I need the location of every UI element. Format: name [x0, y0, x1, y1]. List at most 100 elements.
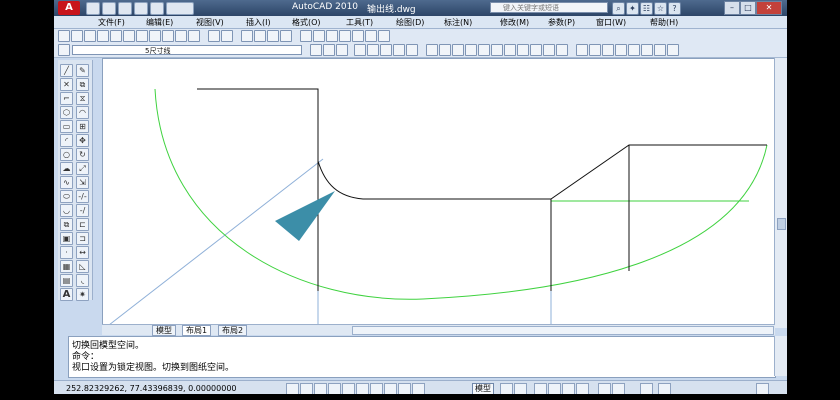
favorites-icon[interactable]: ☆ — [654, 2, 667, 15]
new-icon[interactable] — [86, 2, 100, 15]
menu-draw[interactable]: 绘图(D) — [396, 17, 424, 28]
menu-tools[interactable]: 工具(T) — [346, 17, 373, 28]
search-input[interactable]: 键入关键字或短语 — [490, 2, 608, 13]
trim-icon[interactable]: -/- — [76, 190, 89, 203]
command-scrollbar[interactable] — [774, 336, 787, 376]
diameter-dimension-icon[interactable] — [504, 44, 516, 56]
polyline-icon[interactable]: ⌐ — [60, 92, 73, 105]
workspace-dropdown[interactable] — [166, 2, 194, 15]
drawing-canvas[interactable] — [102, 58, 777, 326]
insert-block-icon[interactable]: ⧉ — [60, 218, 73, 231]
pan-icon[interactable] — [241, 30, 253, 42]
open-file-icon[interactable] — [71, 30, 83, 42]
inspection-icon[interactable] — [602, 44, 614, 56]
autocad-logo-button[interactable]: A — [58, 1, 80, 15]
copy-object-icon[interactable]: ⧉ — [76, 78, 89, 91]
menu-insert[interactable]: 插入(I) — [246, 17, 271, 28]
break-at-point-icon[interactable]: ⊐ — [76, 232, 89, 245]
help-tool-icon[interactable] — [378, 30, 390, 42]
rotate-icon[interactable]: ↻ — [76, 148, 89, 161]
design-center-icon[interactable] — [313, 30, 325, 42]
zoom-window-icon[interactable] — [267, 30, 279, 42]
line-tool-icon[interactable]: ╱ — [60, 64, 73, 77]
vertical-scrollbar[interactable] — [774, 58, 787, 328]
help-icon[interactable]: ? — [668, 2, 681, 15]
angular-dimension-icon[interactable] — [517, 44, 529, 56]
linear-dimension-icon[interactable] — [426, 44, 438, 56]
zoom-in-icon[interactable] — [393, 44, 405, 56]
undo-tool-icon[interactable] — [208, 30, 220, 42]
layer-previous-icon[interactable] — [323, 44, 335, 56]
ellipse-arc-icon[interactable]: ◡ — [60, 204, 73, 217]
zoom-extents-icon[interactable] — [367, 44, 379, 56]
quick-dimension-icon[interactable] — [530, 44, 542, 56]
publish-icon[interactable] — [123, 30, 135, 42]
dimension-space-icon[interactable] — [615, 44, 627, 56]
plot-preview-icon[interactable] — [110, 30, 122, 42]
layer-dropdown[interactable]: 5尺寸线 — [72, 45, 302, 55]
arc-icon[interactable]: ◜ — [60, 134, 73, 147]
menu-modify[interactable]: 修改(M) — [500, 17, 529, 28]
menu-dimension[interactable]: 标注(N) — [444, 17, 472, 28]
tab-model[interactable]: 模型 — [152, 325, 176, 336]
aligned-dimension-icon[interactable] — [439, 44, 451, 56]
offset-icon[interactable]: ◠ — [76, 106, 89, 119]
save-icon[interactable] — [118, 2, 132, 15]
redo-icon[interactable] — [150, 2, 164, 15]
move-tool-icon[interactable] — [354, 44, 366, 56]
plot-icon[interactable] — [97, 30, 109, 42]
zoom-previous-icon[interactable] — [280, 30, 292, 42]
zoom-realtime-icon[interactable] — [254, 30, 266, 42]
search-icon[interactable]: ⌕ — [612, 2, 625, 15]
zoom-out-icon[interactable] — [406, 44, 418, 56]
menu-edit[interactable]: 编辑(E) — [146, 17, 173, 28]
open-icon[interactable] — [102, 2, 116, 15]
break-icon[interactable]: ⊏ — [76, 218, 89, 231]
menu-file[interactable]: 文件(F) — [98, 17, 125, 28]
fillet-icon[interactable]: ◟ — [76, 274, 89, 287]
make-block-icon[interactable]: ▣ — [60, 232, 73, 245]
explode-icon[interactable]: ✷ — [76, 288, 89, 301]
arc-length-icon[interactable] — [452, 44, 464, 56]
ordinate-dimension-icon[interactable] — [465, 44, 477, 56]
scroll-thumb[interactable] — [777, 218, 786, 230]
continue-dimension-icon[interactable] — [556, 44, 568, 56]
menu-window[interactable]: 窗口(W) — [596, 17, 626, 28]
zoom-all-icon[interactable] — [380, 44, 392, 56]
command-window[interactable]: 切换回模型空间。 命令： 视口设置为锁定视图。切换到图纸空间。 — [68, 336, 776, 378]
array-icon[interactable]: ⊞ — [76, 120, 89, 133]
block-editor-icon[interactable] — [188, 30, 200, 42]
scale-icon[interactable]: ⤢ — [76, 162, 89, 175]
center-mark-icon[interactable] — [589, 44, 601, 56]
undo-icon[interactable] — [134, 2, 148, 15]
move-icon[interactable]: ✥ — [76, 134, 89, 147]
ellipse-icon[interactable]: ⬭ — [60, 190, 73, 203]
chamfer-icon[interactable]: ◺ — [76, 260, 89, 273]
menu-parametric[interactable]: 参数(P) — [548, 17, 575, 28]
menu-view[interactable]: 视图(V) — [196, 17, 224, 28]
properties-icon[interactable] — [300, 30, 312, 42]
menu-help[interactable]: 帮助(H) — [650, 17, 678, 28]
tolerance-icon[interactable] — [576, 44, 588, 56]
sheet-set-icon[interactable] — [339, 30, 351, 42]
qnew-icon[interactable] — [58, 30, 70, 42]
radius-dimension-icon[interactable] — [478, 44, 490, 56]
rectangle-icon[interactable]: ▭ — [60, 120, 73, 133]
markup-icon[interactable] — [352, 30, 364, 42]
revision-cloud-icon[interactable]: ☁ — [60, 162, 73, 175]
construction-line-icon[interactable]: ✕ — [60, 78, 73, 91]
gradient-icon[interactable]: ▤ — [60, 274, 73, 287]
tool-palettes-icon[interactable] — [326, 30, 338, 42]
extend-icon[interactable]: -/ — [76, 204, 89, 217]
close-button[interactable]: ✕ — [756, 1, 782, 15]
dimension-style-icon[interactable] — [654, 44, 666, 56]
subscription-icon[interactable]: ✦ — [626, 2, 639, 15]
erase-icon[interactable]: ✎ — [76, 64, 89, 77]
match-properties-icon[interactable] — [175, 30, 187, 42]
layer-manager-icon[interactable] — [58, 44, 70, 56]
minimize-button[interactable]: – — [724, 1, 740, 15]
multiline-text-icon[interactable]: A — [60, 288, 73, 301]
make-current-icon[interactable] — [310, 44, 322, 56]
point-icon[interactable]: · — [60, 246, 73, 259]
layer-states-icon[interactable] — [336, 44, 348, 56]
